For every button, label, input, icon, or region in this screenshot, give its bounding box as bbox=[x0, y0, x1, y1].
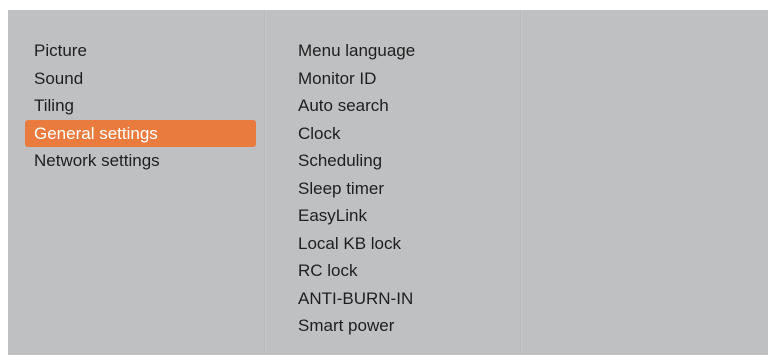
main-menu-item-network-settings[interactable]: Network settings bbox=[25, 147, 256, 175]
osd-menu-panel: Picture Sound Tiling General settings Ne… bbox=[8, 10, 768, 355]
detail-column bbox=[520, 10, 768, 355]
submenu-item-easylink[interactable]: EasyLink bbox=[298, 202, 508, 230]
submenu-item-scheduling[interactable]: Scheduling bbox=[298, 147, 508, 175]
main-menu-item-picture[interactable]: Picture bbox=[25, 37, 256, 65]
main-menu-item-tiling[interactable]: Tiling bbox=[25, 92, 256, 120]
main-menu-column: Picture Sound Tiling General settings Ne… bbox=[8, 10, 264, 355]
submenu-item-monitor-id[interactable]: Monitor ID bbox=[298, 65, 508, 93]
submenu-item-local-kb-lock[interactable]: Local KB lock bbox=[298, 230, 508, 258]
submenu-column: Menu language Monitor ID Auto search Clo… bbox=[264, 10, 520, 355]
submenu-list: Menu language Monitor ID Auto search Clo… bbox=[298, 37, 508, 340]
submenu-item-sleep-timer[interactable]: Sleep timer bbox=[298, 175, 508, 203]
submenu-item-clock[interactable]: Clock bbox=[298, 120, 508, 148]
submenu-item-anti-burn-in[interactable]: ANTI-BURN-IN bbox=[298, 285, 508, 313]
main-menu-item-sound[interactable]: Sound bbox=[25, 65, 256, 93]
submenu-item-smart-power[interactable]: Smart power bbox=[298, 312, 508, 340]
submenu-item-auto-search[interactable]: Auto search bbox=[298, 92, 508, 120]
submenu-item-rc-lock[interactable]: RC lock bbox=[298, 257, 508, 285]
submenu-item-menu-language[interactable]: Menu language bbox=[298, 37, 508, 65]
main-menu-item-general-settings[interactable]: General settings bbox=[25, 119, 256, 147]
main-menu-list: Picture Sound Tiling General settings Ne… bbox=[25, 37, 256, 175]
